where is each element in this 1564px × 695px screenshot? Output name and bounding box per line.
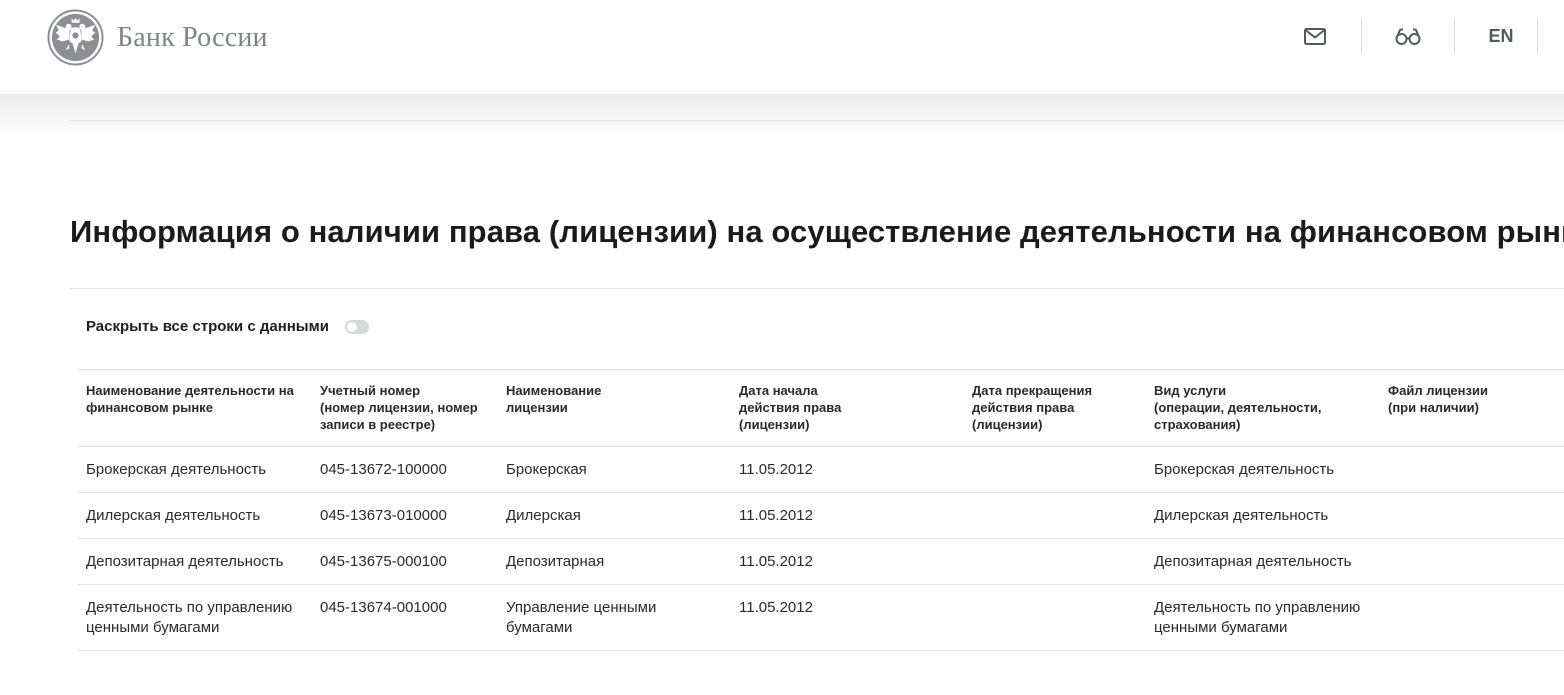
header-divider	[1454, 20, 1455, 53]
column-header-registration-number[interactable]: Учетный номер (номер лицензии, номер зап…	[312, 370, 498, 447]
divider	[70, 288, 1564, 289]
table-row[interactable]: Деятельность по управлению ценными бумаг…	[78, 585, 1564, 651]
column-header-end-date[interactable]: Дата прекращения действия права (лицензи…	[964, 370, 1146, 447]
table-header-row: Наименование деятельности на финансовом …	[78, 369, 1564, 447]
cell-activity: Дилерская деятельность	[86, 507, 261, 524]
cell-service-type: Дилерская деятельность	[1154, 507, 1329, 524]
cell-start-date: 11.05.2012	[739, 507, 813, 524]
accessibility-button[interactable]	[1382, 20, 1434, 53]
cell-license-name: Управление ценными бумагами	[506, 599, 657, 636]
toggle-knob	[346, 321, 357, 332]
header-actions: EN	[1289, 20, 1538, 53]
cell-end-date	[964, 493, 1146, 539]
table-row[interactable]: Брокерская деятельность 045-13672-100000…	[78, 447, 1564, 493]
page-title: Информация о наличии права (лицензии) на…	[70, 214, 1564, 249]
brand-name: Банк России	[117, 21, 268, 53]
header-shadow-band	[0, 94, 1564, 134]
cell-registration-number: 045-13673-010000	[320, 507, 447, 524]
cell-license-file	[1380, 493, 1564, 539]
divider	[70, 120, 1564, 121]
cell-registration-number: 045-13674-001000	[320, 599, 447, 616]
cell-end-date	[964, 539, 1146, 585]
cell-license-name: Депозитарная	[506, 553, 605, 570]
table-row[interactable]: Дилерская деятельность 045-13673-010000 …	[78, 493, 1564, 539]
column-header-license-name[interactable]: Наименование лицензии	[498, 370, 731, 447]
cell-activity: Брокерская деятельность	[86, 461, 267, 478]
cell-start-date: 11.05.2012	[739, 599, 813, 616]
cell-license-name: Брокерская	[506, 461, 587, 478]
expand-rows-control: Раскрыть все строки с данными	[86, 318, 369, 335]
cell-service-type: Брокерская деятельность	[1154, 461, 1335, 478]
cell-license-file	[1380, 585, 1564, 651]
eagle-emblem-icon	[47, 9, 104, 66]
column-header-start-date[interactable]: Дата начала действия права (лицензии)	[731, 370, 964, 447]
column-header-service-type[interactable]: Вид услуги (операции, деятельности, стра…	[1146, 370, 1380, 447]
cell-registration-number: 045-13675-000100	[320, 553, 447, 570]
site-header: Банк России EN	[0, 0, 1564, 94]
expand-rows-toggle[interactable]	[344, 319, 369, 334]
cell-activity: Депозитарная деятельность	[86, 553, 284, 570]
mail-button[interactable]	[1289, 20, 1341, 53]
cell-service-type: Деятельность по управлению ценными бумаг…	[1154, 599, 1361, 636]
header-divider	[1537, 20, 1538, 53]
bank-logo[interactable]: Банк России	[47, 9, 268, 66]
envelope-icon	[1304, 28, 1326, 45]
header-divider	[1361, 20, 1362, 53]
cell-service-type: Депозитарная деятельность	[1154, 553, 1352, 570]
cell-activity: Деятельность по управлению ценными бумаг…	[86, 599, 293, 636]
column-header-activity[interactable]: Наименование деятельности на финансовом …	[78, 370, 312, 447]
table-row[interactable]: Депозитарная деятельность 045-13675-0001…	[78, 539, 1564, 585]
cell-license-file	[1380, 447, 1564, 493]
cell-end-date	[964, 447, 1146, 493]
column-header-license-file[interactable]: Файл лицензии (при наличии)	[1380, 370, 1564, 447]
cell-start-date: 11.05.2012	[739, 461, 813, 478]
cell-license-file	[1380, 539, 1564, 585]
cell-registration-number: 045-13672-100000	[320, 461, 447, 478]
cell-start-date: 11.05.2012	[739, 553, 813, 570]
cell-license-name: Дилерская	[506, 507, 581, 524]
license-table: Наименование деятельности на финансовом …	[78, 369, 1564, 651]
expand-rows-label: Раскрыть все строки с данными	[86, 318, 329, 335]
glasses-icon	[1395, 28, 1421, 45]
cell-end-date	[964, 585, 1146, 651]
language-switch-button[interactable]: EN	[1475, 20, 1527, 53]
